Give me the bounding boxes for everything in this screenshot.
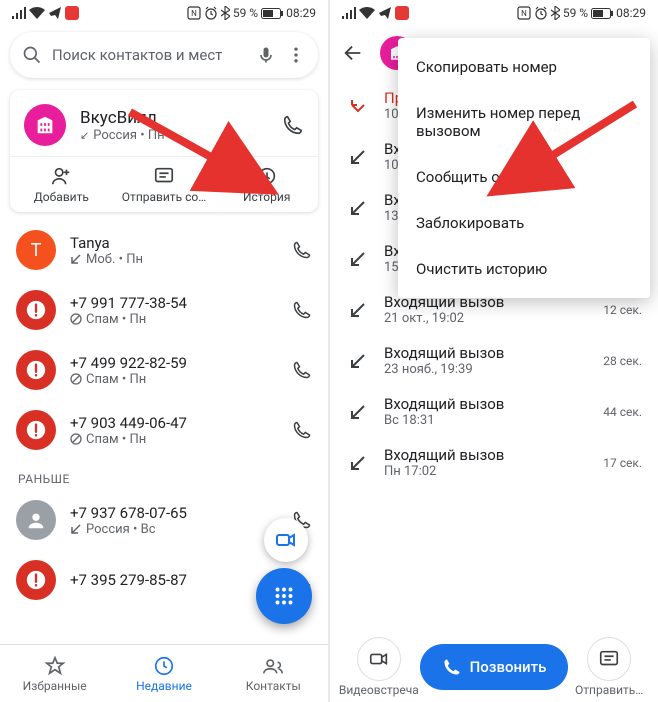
video-call-button[interactable]: Видеовстреча [338,637,420,697]
action-history[interactable]: История [215,157,318,206]
call-action-bar: Видеовстреча Позвонить Отправить… [330,630,658,702]
call-icon[interactable] [292,300,312,320]
clock-icon [153,655,175,677]
incoming-arrow-icon [349,199,367,217]
menu-report-spam[interactable]: Сообщить о спаме [398,154,650,200]
wifi-icon [29,7,45,19]
context-menu: Скопировать номер Изменить номер перед в… [398,38,650,298]
star-icon [44,655,66,677]
call-row[interactable]: +7 903 449-06-47 Спам • Пн [0,400,328,460]
signal-icon [342,7,356,19]
nav-contacts[interactable]: Контакты [219,645,328,702]
contacts-icon [262,655,284,677]
app-icon [65,6,79,20]
call-button[interactable]: Позвонить [420,644,569,690]
call-icon[interactable] [282,114,304,136]
call-icon[interactable] [292,420,312,440]
history-entry[interactable]: Входящий вызовПн 17:02 17 сек. [330,437,658,488]
incoming-arrow-icon [70,523,82,535]
incoming-arrow-icon [349,352,367,370]
card-contact-name: ВкусВилл [80,108,282,128]
search-placeholder: Поиск контактов и мест [52,46,246,64]
nfc-icon: N [517,6,531,20]
bottom-nav: Избранные Недавние Контакты [0,644,328,702]
clock-time: 08:29 [616,6,646,20]
spam-avatar [16,290,56,330]
avatar-generic [16,500,56,540]
message-icon [598,648,620,670]
message-icon [153,165,175,187]
spam-avatar [16,410,56,450]
section-earlier: РАНЬШЕ [0,460,328,490]
battery-percent: 59 % [563,6,588,20]
incoming-arrow-icon [349,454,367,472]
battery-percent: 59 % [233,6,258,20]
status-bar: N 59 % 08:29 [330,0,658,26]
alarm-icon [534,6,548,20]
missed-arrow-icon [349,97,367,115]
call-row[interactable]: +7 991 777-38-54 Спам • Пн [0,280,328,340]
back-icon[interactable] [342,42,364,64]
battery-icon [591,8,613,19]
call-icon[interactable] [292,360,312,380]
video-icon [274,528,298,552]
business-avatar [24,104,66,146]
incoming-arrow-icon [349,250,367,268]
mic-icon[interactable] [256,45,276,65]
wifi-icon [359,7,375,19]
call-row[interactable]: T Tanya Моб. • Пн [0,220,328,280]
history-entry[interactable]: Входящий вызов23 нояб., 19:39 28 сек. [330,335,658,386]
left-screenshot: N 59 % 08:29 Поиск контактов и мест Вкус… [0,0,328,702]
battery-icon [261,8,283,19]
block-icon [70,433,82,445]
contact-card: ВкусВилл ↙ Россия • Пн Добавить Отправит… [10,90,318,212]
signal-icon [12,7,26,19]
call-row[interactable]: +7 499 922-82-59 Спам • Пн [0,340,328,400]
clock-time: 08:29 [286,6,316,20]
incoming-arrow-icon [349,403,367,421]
nfc-icon: N [187,6,201,20]
incoming-arrow-icon [70,253,82,265]
search-icon [22,45,42,65]
action-add-contact[interactable]: Добавить [10,157,113,206]
menu-copy-number[interactable]: Скопировать номер [398,44,650,90]
phone-icon [442,657,462,677]
history-icon [256,165,278,187]
avatar-letter: T [16,230,56,270]
block-icon [70,373,82,385]
history-entry[interactable]: Входящий вызовВс 18:31 44 сек. [330,386,658,437]
card-sub: ↙ Россия • Пн [80,128,282,143]
spam-avatar [16,560,56,600]
incoming-arrow-icon [349,148,367,166]
telegram-icon [48,6,62,20]
nav-favorites[interactable]: Избранные [0,645,109,702]
right-screenshot: N 59 % 08:29 Пр10 Вх10 Вх13 окт., 19.12 [330,0,658,702]
person-add-icon [50,165,72,187]
message-button[interactable]: Отправить… [568,637,650,697]
telegram-icon [378,6,392,20]
menu-block[interactable]: Заблокировать [398,200,650,246]
nav-recent[interactable]: Недавние [109,645,218,702]
alarm-icon [204,6,218,20]
dialpad-icon [271,583,297,609]
fab-dialpad[interactable] [256,568,312,624]
call-icon[interactable] [292,240,312,260]
menu-clear-history[interactable]: Очистить историю [398,246,650,292]
action-message[interactable]: Отправить со… [113,157,216,206]
search-bar[interactable]: Поиск контактов и мест [10,32,318,78]
app-icon [395,6,409,20]
svg-text:N: N [191,9,197,18]
video-icon [368,648,390,670]
bluetooth-icon [551,6,560,20]
incoming-arrow-icon [349,301,367,319]
fab-video[interactable] [264,518,308,562]
block-icon [70,313,82,325]
svg-text:N: N [521,9,527,18]
status-bar: N 59 % 08:29 [0,0,328,26]
spam-avatar [16,350,56,390]
bluetooth-icon [221,6,230,20]
menu-edit-before-call[interactable]: Изменить номер перед вызовом [398,90,650,154]
more-icon[interactable] [286,45,306,65]
